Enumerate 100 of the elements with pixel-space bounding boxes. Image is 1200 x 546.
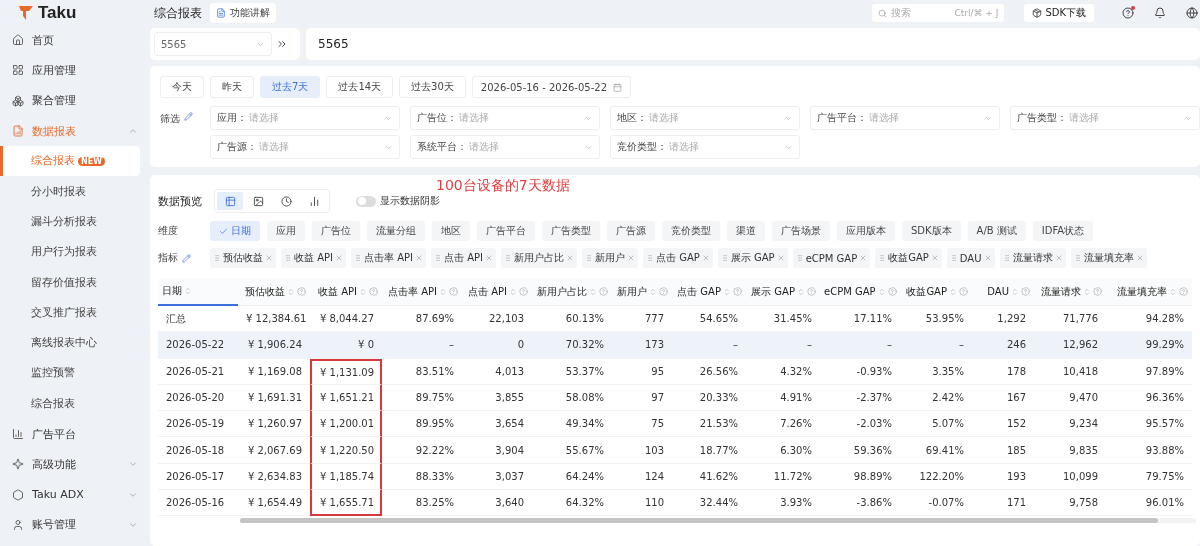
table-view-button[interactable]	[217, 192, 243, 210]
nav-item[interactable]: 广告平台	[0, 418, 150, 450]
nav-subitem[interactable]: 综合报表	[0, 388, 140, 419]
drag-handle-icon	[1002, 254, 1011, 262]
table-cell: ¥ 1,906.24	[238, 332, 310, 359]
calendar-icon	[613, 82, 623, 92]
metric-tag[interactable]: 收益 API	[281, 248, 346, 268]
section-title: 数据预览	[158, 193, 202, 209]
column-header[interactable]: eCPM GAP	[820, 278, 900, 306]
dimension-chip[interactable]: 广告源	[607, 221, 655, 241]
nav-subitem[interactable]: 用户行为报表	[0, 237, 140, 268]
metric-tag[interactable]: 点击 GAP	[643, 248, 713, 268]
nav-subitem[interactable]: 监控预警	[0, 358, 140, 389]
metric-tag[interactable]: DAU	[946, 248, 995, 268]
column-header[interactable]: 收益 API	[310, 278, 382, 306]
filter-select[interactable]: 竞价类型： 请选择	[610, 135, 800, 159]
date-range-button[interactable]: 过去7天	[260, 76, 321, 98]
filter-select[interactable]: 广告平台： 请选择	[810, 106, 1000, 130]
language-button[interactable]	[1186, 7, 1198, 19]
dimension-chip[interactable]: 地区	[432, 221, 470, 241]
nav-subitem[interactable]: 离线报表中心	[0, 327, 140, 359]
metric-tag[interactable]: 收益GAP	[875, 248, 942, 268]
close-icon	[415, 254, 423, 262]
horizontal-scrollbar[interactable]	[240, 518, 1196, 524]
date-range-button[interactable]: 昨天	[210, 76, 254, 98]
dimension-chip[interactable]: IDFA状态	[1032, 221, 1094, 241]
dimension-chip[interactable]: 广告类型	[542, 221, 600, 241]
dimension-chip[interactable]: 应用	[267, 221, 305, 241]
nav-item[interactable]: 首页	[0, 25, 150, 56]
column-header[interactable]: 流量请求	[1034, 278, 1106, 306]
table-cell: ¥ 1,185.74	[310, 463, 382, 491]
help-button[interactable]	[1122, 7, 1134, 19]
dimension-chip[interactable]: 日期	[210, 221, 260, 241]
dimension-chip[interactable]: 广告平台	[477, 221, 535, 241]
table-icon	[224, 195, 236, 207]
dimension-chip[interactable]: 广告位	[312, 221, 360, 241]
filter-select[interactable]: 应用： 请选择	[210, 106, 400, 130]
drag-handle-icon	[720, 254, 729, 262]
dimension-chip[interactable]: 竞价类型	[662, 221, 720, 241]
metric-tag[interactable]: 新用户	[582, 248, 638, 268]
nav-item[interactable]: 高级功能	[0, 449, 150, 480]
column-header[interactable]: DAU	[972, 278, 1034, 306]
dimension-chip[interactable]: 广告场景	[772, 221, 830, 241]
drag-handle-icon	[434, 254, 442, 262]
dimension-chip[interactable]: 应用版本	[837, 221, 895, 241]
guide-button[interactable]: 功能讲解	[210, 3, 276, 23]
dimension-label: 维度	[158, 224, 178, 238]
metric-tag[interactable]: 预估收益	[210, 248, 276, 268]
dimension-chip[interactable]: SDK版本	[902, 221, 961, 241]
nav-subitem[interactable]: 交叉推广报表	[0, 297, 140, 328]
metric-tag[interactable]: 新用户占比	[501, 248, 577, 268]
nav-item[interactable]: Taku ADX	[0, 479, 150, 510]
column-header[interactable]: 流量填充率	[1106, 278, 1192, 306]
metric-tag[interactable]: 点击率 API	[351, 248, 426, 268]
filter-select[interactable]: 广告源： 请选择	[210, 135, 400, 159]
drag-handle-icon	[354, 254, 362, 262]
drag-handle-icon	[585, 254, 593, 262]
shortcut-hint: Ctrl/⌘ + J	[954, 8, 999, 18]
nav-item[interactable]: 账号管理	[0, 509, 150, 541]
nav-subitem[interactable]: 留存价值报表	[0, 267, 140, 298]
date-range-picker[interactable]: 2026-05-16 - 2026-05-22	[471, 76, 632, 98]
package-icon	[1032, 8, 1043, 18]
column-header[interactable]: 新用户	[612, 278, 672, 306]
notification-button[interactable]	[1154, 7, 1166, 19]
help-icon	[519, 287, 528, 296]
dimension-chip[interactable]: A/B 测试	[967, 221, 1026, 241]
nav-subitem[interactable]: 漏斗分析报表	[0, 206, 140, 238]
date-range-button[interactable]: 今天	[160, 76, 204, 98]
filter-select[interactable]: 广告类型： 请选择	[1010, 106, 1200, 130]
report-icon	[12, 125, 24, 138]
column-header[interactable]: 收益GAP	[900, 278, 972, 306]
metric-tag[interactable]: 点击 API	[431, 248, 496, 268]
nav-subitem[interactable]: 分小时报表	[0, 176, 140, 207]
column-header[interactable]: 点击 GAP	[672, 278, 746, 306]
column-header[interactable]: 展示 GAP	[746, 278, 820, 306]
column-header[interactable]: 预估收益	[238, 278, 310, 306]
bar-chart-icon	[12, 428, 24, 440]
filter-select[interactable]: 广告位： 请选择	[410, 106, 600, 130]
search-icon	[878, 8, 888, 18]
close-icon	[983, 254, 992, 262]
metric-tag[interactable]: 展示 GAP	[717, 248, 788, 268]
date-range-button[interactable]: 过去14天	[326, 76, 394, 98]
app-select[interactable]: 5565	[154, 32, 272, 56]
column-header[interactable]: 新用户占比	[532, 278, 612, 306]
column-header[interactable]: 日期	[158, 278, 238, 306]
nav-item[interactable]: 聚合管理	[0, 85, 150, 116]
toggle-switch[interactable]	[356, 195, 376, 207]
dimension-chip[interactable]: 流量分组	[367, 221, 425, 241]
nav-item[interactable]: 应用管理	[0, 55, 150, 86]
dimension-chip[interactable]: 渠道	[727, 221, 765, 241]
column-header[interactable]: 点击 API	[462, 278, 532, 306]
metric-tag[interactable]: 流量填充率	[1070, 248, 1147, 268]
metric-tag[interactable]: eCPM GAP	[792, 248, 871, 268]
date-range-button[interactable]: 过去30天	[399, 76, 466, 98]
sdk-download-button[interactable]: SDK下载	[1024, 4, 1094, 22]
column-header[interactable]: 点击率 API	[382, 278, 462, 306]
home-icon	[12, 34, 24, 47]
filter-select[interactable]: 地区： 请选择	[610, 106, 800, 130]
filter-select[interactable]: 系统平台： 请选择	[410, 135, 600, 159]
metric-tag[interactable]: 流量请求	[999, 248, 1066, 268]
